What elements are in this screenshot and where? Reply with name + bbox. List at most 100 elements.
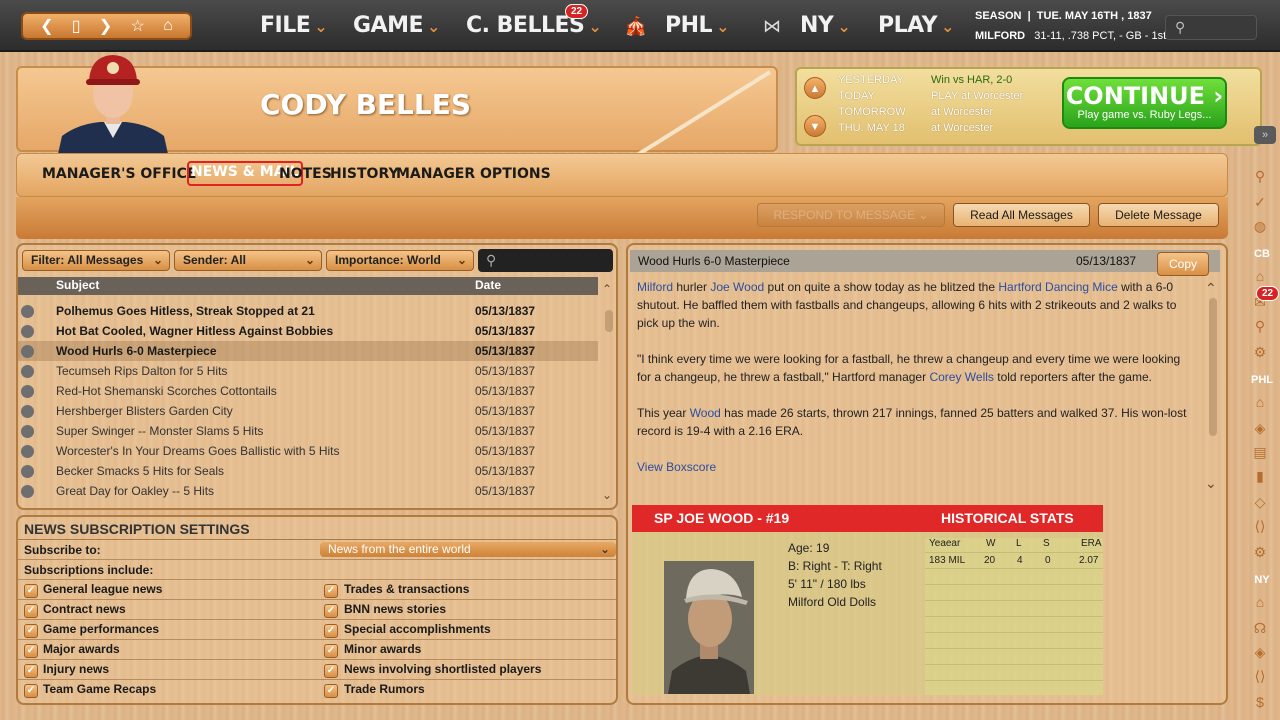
message-text: put on quite a show today as he blitzed … <box>764 280 999 294</box>
status-dot <box>21 305 34 318</box>
menu-file[interactable]: FILE ⌄ <box>260 13 328 38</box>
star-icon[interactable]: ☆ <box>131 16 145 36</box>
scout-icon[interactable]: ☊ <box>1248 620 1272 637</box>
tab-notes[interactable]: NOTES <box>279 166 332 182</box>
sender-dropdown[interactable]: Sender: All ⌄ <box>174 250 322 271</box>
stat-header: L <box>1016 538 1022 549</box>
collapse-sidebar-icon[interactable]: » <box>1254 126 1276 144</box>
ballfield-icon[interactable]: ◇ <box>1248 494 1272 511</box>
message-row[interactable]: Becker Smacks 5 Hits for Seals 05/13/1837 <box>18 461 598 481</box>
forward-icon[interactable]: ❯ <box>99 16 112 36</box>
menu-phl[interactable]: PHL ⌄ <box>665 13 729 38</box>
scroll-down-icon[interactable]: ⌄ <box>1205 475 1217 492</box>
checkbox[interactable]: ✓ <box>324 584 338 598</box>
continue-button[interactable]: CONTINUE › Play game vs. Ruby Legs... <box>1062 77 1227 129</box>
message-text: hurler <box>673 280 711 294</box>
schedule-row: YESTERDAY Win vs HAR, 2-0 <box>838 74 1013 86</box>
subscribe-row: Subscribe to: News from the entire world… <box>18 540 616 560</box>
message-body: Milford hurler Joe Wood put on quite a s… <box>637 278 1197 476</box>
read-all-button[interactable]: Read All Messages <box>953 203 1090 227</box>
search-icon[interactable]: ⚲ <box>1248 318 1272 335</box>
filter-dropdown[interactable]: Filter: All Messages ⌄ <box>22 250 170 271</box>
checkbox[interactable]: ✓ <box>24 684 38 698</box>
list-scrollbar[interactable] <box>605 310 613 332</box>
scroll-up-icon[interactable]: ⌃ <box>1205 280 1217 297</box>
checkbox[interactable]: ✓ <box>24 644 38 658</box>
back-icon[interactable]: ❮ <box>40 16 53 36</box>
checkbox[interactable]: ✓ <box>24 624 38 638</box>
dollar-icon[interactable]: $ <box>1248 694 1272 710</box>
bar-chart-icon[interactable]: ▮ <box>1248 468 1272 485</box>
message-link[interactable]: Milford <box>637 280 673 294</box>
status-dot <box>21 345 34 358</box>
tag-icon[interactable]: ◈ <box>1248 644 1272 661</box>
col-subject[interactable]: Subject <box>56 278 99 292</box>
top-bar: ❮ ▯ ❯ ☆ ⌂ FILE ⌄ GAME ⌄ C. BELLES ⌄ 22 🎪 PH… <box>0 0 1280 52</box>
message-row[interactable]: Worcester's In Your Dreams Goes Ballisti… <box>18 441 598 461</box>
mail-badge: 22 <box>565 4 589 19</box>
message-row[interactable]: Great Day for Oakley -- 5 Hits 05/13/1837 <box>18 481 598 501</box>
page-icon[interactable]: ▯ <box>72 16 81 36</box>
search-icon: ⚲ <box>486 252 497 268</box>
home-icon[interactable]: ⌂ <box>1248 394 1272 410</box>
global-search[interactable]: ⚲ <box>1165 15 1257 40</box>
message-link[interactable]: Corey Wells <box>929 370 993 384</box>
home-icon[interactable]: ⌂ <box>1248 268 1272 284</box>
checkbox[interactable]: ✓ <box>324 664 338 678</box>
message-row[interactable]: Red-Hot Shemanski Scorches Cottontails 05… <box>18 381 598 401</box>
schedule-up-button[interactable]: ▲ <box>804 77 826 99</box>
scroll-up-icon[interactable]: ⌃ <box>602 282 612 296</box>
chevron-down-icon: ⌄ <box>456 253 467 267</box>
checkbox[interactable]: ✓ <box>24 664 38 678</box>
tab-manager-options[interactable]: MANAGER OPTIONS <box>396 166 551 182</box>
subscribe-dropdown[interactable]: News from the entire world ⌄ <box>320 542 616 557</box>
checkbox[interactable]: ✓ <box>24 604 38 618</box>
globe-icon[interactable]: ◍ <box>1248 218 1272 235</box>
tag-icon[interactable]: ◈ <box>1248 420 1272 437</box>
message-row[interactable]: Tecumseh Rips Dalton for 5 Hits 05/13/183… <box>18 361 598 381</box>
reader-scrollbar[interactable] <box>1209 298 1217 436</box>
home-icon[interactable]: ⌂ <box>163 17 173 35</box>
map-pin-icon[interactable]: ⚲ <box>1248 168 1272 185</box>
checkbox[interactable]: ✓ <box>24 584 38 598</box>
message-row[interactable]: Hershberger Blisters Garden City 05/13/18… <box>18 401 598 421</box>
home-icon[interactable]: ⌂ <box>1248 594 1272 610</box>
code-icon[interactable]: ⟨⟩ <box>1248 518 1272 535</box>
message-link[interactable]: Hartford Dancing Mice <box>998 280 1117 294</box>
message-row[interactable]: Super Swinger -- Monster Slams 5 Hits 05/… <box>18 421 598 441</box>
menu-play[interactable]: PLAY ⌄ <box>878 13 954 38</box>
tab-managers-office[interactable]: MANAGER'S OFFICE <box>42 166 196 182</box>
message-search-input[interactable]: ⚲ <box>478 249 613 272</box>
checkbox[interactable]: ✓ <box>324 604 338 618</box>
code-icon[interactable]: ⟨⟩ <box>1248 668 1272 685</box>
col-date[interactable]: Date <box>475 278 501 292</box>
gear-icon[interactable]: ⚙ <box>1248 544 1272 561</box>
message-row[interactable]: Polhemus Goes Hitless, Streak Stopped at… <box>18 301 598 321</box>
scroll-down-icon[interactable]: ⌄ <box>602 488 612 502</box>
schedule-down-button[interactable]: ▼ <box>804 115 826 137</box>
importance-dropdown[interactable]: Importance: World ⌄ <box>326 250 474 271</box>
copy-button[interactable]: Copy <box>1157 252 1209 276</box>
delete-message-button[interactable]: Delete Message <box>1098 203 1219 227</box>
menu-ny[interactable]: NY ⌄ <box>800 13 851 38</box>
gear-icon[interactable]: ⚙ <box>1248 344 1272 361</box>
checkbox[interactable]: ✓ <box>324 644 338 658</box>
respond-button[interactable]: RESPOND TO MESSAGE ⌄ <box>757 203 945 227</box>
message-link[interactable]: Joe Wood <box>710 280 764 294</box>
stat-cell: 2.07 <box>1079 555 1099 566</box>
menu-game[interactable]: GAME ⌄ <box>353 13 440 38</box>
message-row[interactable]: Wood Hurls 6-0 Masterpiece 05/13/1837 <box>18 341 598 361</box>
message-link[interactable]: Wood <box>690 406 721 420</box>
stat-cell: 0 <box>1045 555 1051 566</box>
message-row[interactable]: Hot Bat Cooled, Wagner Hitless Against B… <box>18 321 598 341</box>
checkbox[interactable]: ✓ <box>324 624 338 638</box>
search-icon: ⚲ <box>1175 19 1186 35</box>
stat-cell: 4 <box>1017 555 1023 566</box>
checkbox[interactable]: ✓ <box>324 684 338 698</box>
tab-history[interactable]: HISTORY <box>330 166 399 182</box>
sub-row: ✓ Game performances ✓ Special accomplishme… <box>18 620 616 640</box>
view-boxscore-link[interactable]: View Boxscore <box>637 458 1197 476</box>
card-icon[interactable]: ▤ <box>1248 444 1272 461</box>
sidebar-mail-badge: 22 <box>1256 286 1280 301</box>
check-icon[interactable]: ✓ <box>1248 194 1272 211</box>
